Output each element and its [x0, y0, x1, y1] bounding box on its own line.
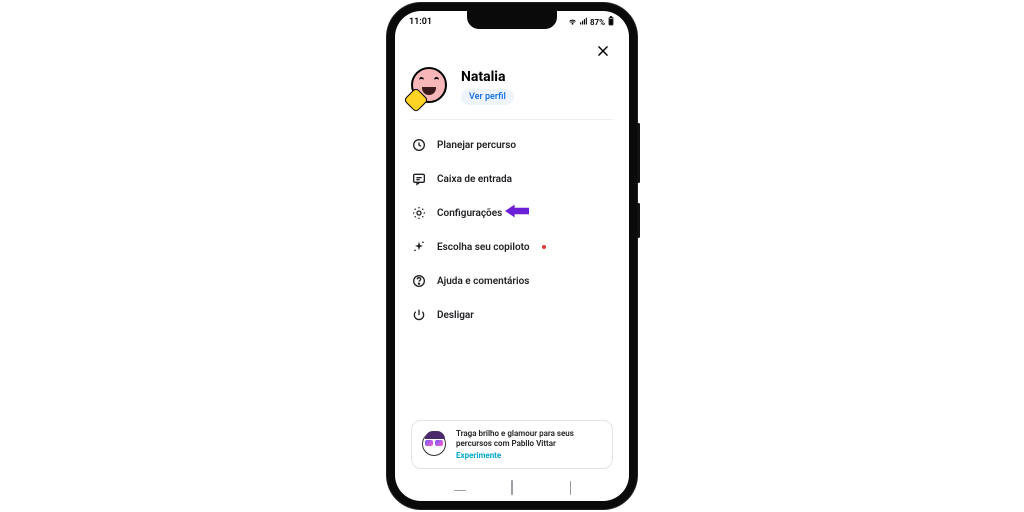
- promo-text-line: percursos com Pabllo Vittar: [456, 439, 574, 449]
- wifi-icon: [568, 17, 577, 28]
- menu-label: Ajuda e comentários: [437, 276, 529, 287]
- profile-name: Natalia: [461, 69, 514, 85]
- close-button[interactable]: [593, 41, 613, 61]
- gear-icon: [411, 205, 427, 221]
- promo-card[interactable]: Traga brilho e glamour para seus percurs…: [411, 420, 613, 469]
- menu-label: Configurações: [437, 208, 502, 219]
- phone-side-button: [637, 203, 640, 238]
- promo-text-line: Traga brilho e glamour para seus: [456, 429, 574, 439]
- screen: 11:01 87%: [395, 11, 629, 501]
- menu-label: Desligar: [437, 310, 474, 321]
- avatar[interactable]: [411, 67, 451, 107]
- notch: [467, 11, 557, 29]
- battery-icon: [607, 16, 615, 28]
- menu-list: Planejar percurso Caixa de entrada Confi…: [411, 120, 613, 332]
- menu-inbox[interactable]: Caixa de entrada: [411, 162, 613, 196]
- promo-cta-link[interactable]: Experimente: [456, 451, 574, 460]
- menu-label: Caixa de entrada: [437, 174, 512, 185]
- menu-logout[interactable]: Desligar: [411, 298, 613, 332]
- main-content: Natalia Ver perfil Planejar percurso Cai…: [395, 33, 629, 477]
- menu-help[interactable]: Ajuda e comentários: [411, 264, 613, 298]
- phone-frame: 11:01 87%: [387, 3, 637, 509]
- menu-settings[interactable]: Configurações: [411, 196, 613, 230]
- view-profile-link[interactable]: Ver perfil: [461, 89, 514, 105]
- menu-label: Escolha seu copiloto: [437, 242, 530, 253]
- clock-route-icon: [411, 137, 427, 153]
- menu-copilot[interactable]: Escolha seu copiloto: [411, 230, 613, 264]
- inbox-icon: [411, 171, 427, 187]
- status-time: 11:01: [409, 17, 432, 27]
- help-icon: [411, 273, 427, 289]
- nav-back-button[interactable]: [570, 481, 571, 494]
- promo-avatar-icon: [422, 432, 448, 458]
- profile-section: Natalia Ver perfil: [411, 67, 613, 120]
- status-battery: 87%: [590, 18, 605, 27]
- annotation-arrow-icon: [505, 203, 529, 223]
- menu-plan-route[interactable]: Planejar percurso: [411, 128, 613, 162]
- sparkle-icon: [411, 239, 427, 255]
- status-right: 87%: [568, 16, 615, 28]
- notification-dot-icon: [542, 245, 546, 249]
- power-icon: [411, 307, 427, 323]
- menu-label: Planejar percurso: [437, 140, 516, 151]
- android-nav-bar: [395, 477, 629, 501]
- nav-home-button[interactable]: [511, 481, 513, 494]
- signal-icon: [579, 17, 588, 28]
- phone-side-button: [637, 123, 640, 183]
